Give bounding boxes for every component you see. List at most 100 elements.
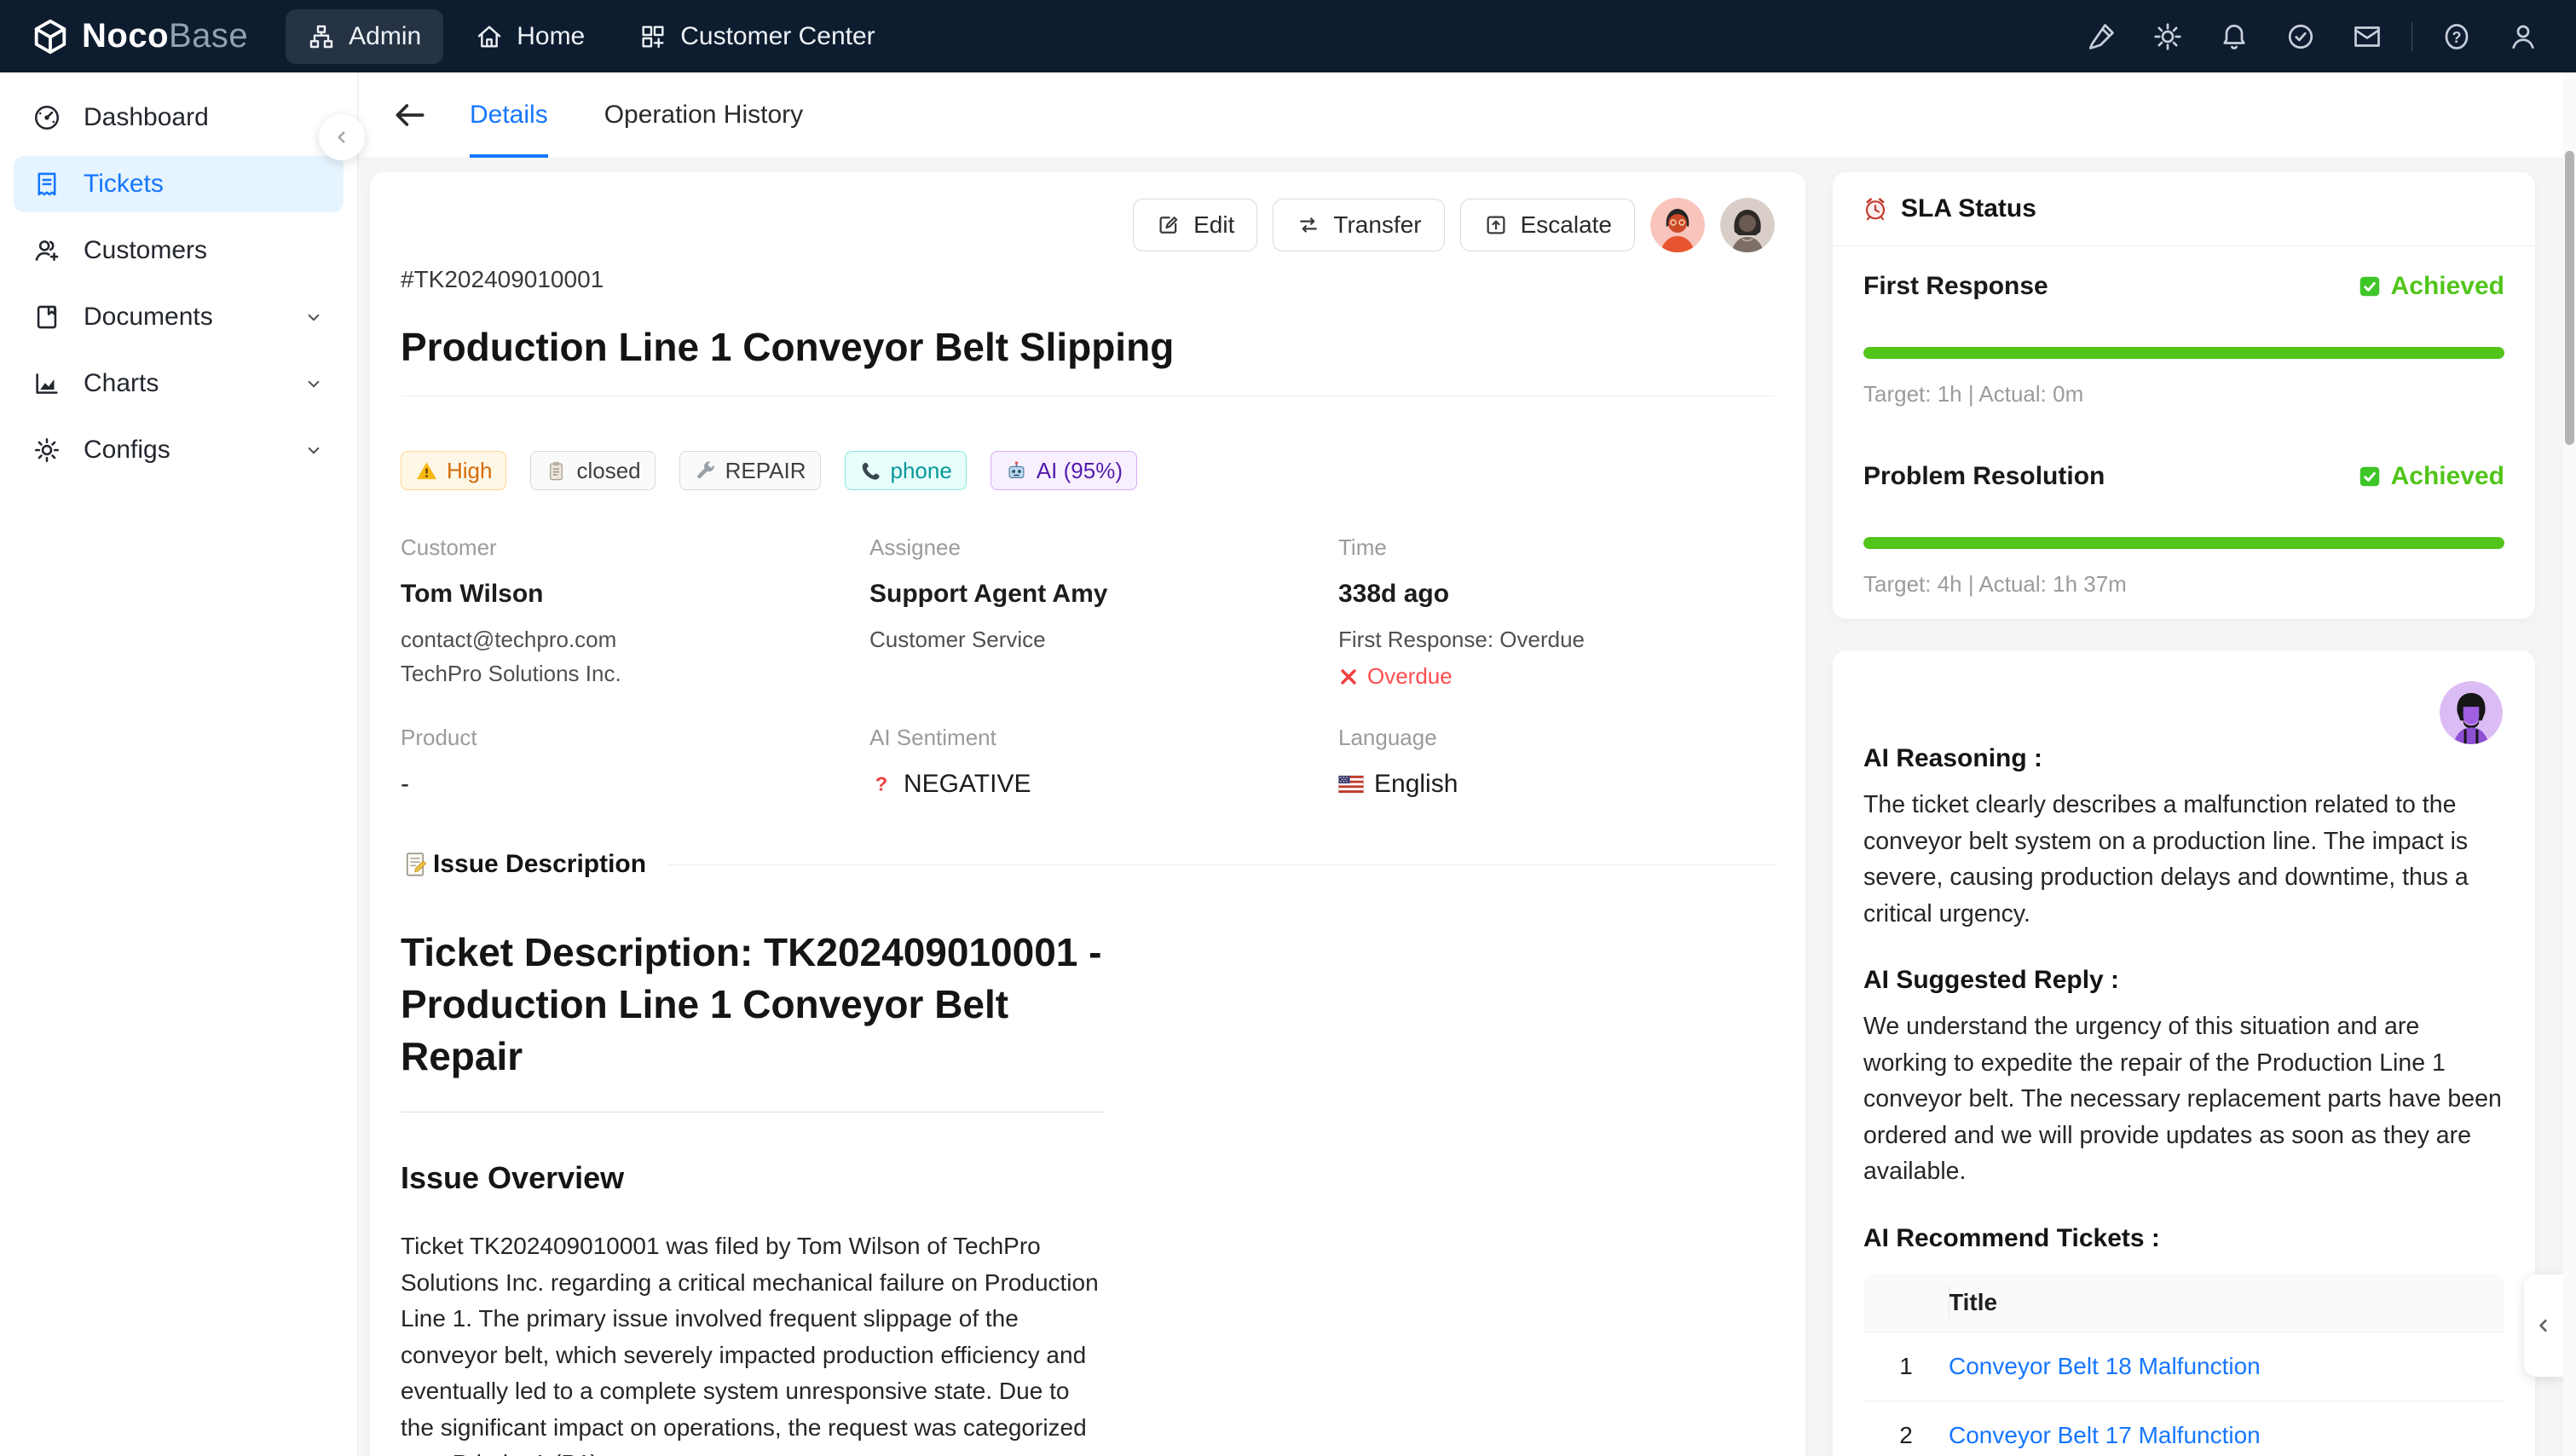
avatar-collaborator[interactable] [1720,198,1775,252]
field-ai-sentiment: AI Sentiment ? NEGATIVE [869,725,1338,799]
home-icon [476,23,503,50]
sla-status-label: Achieved [2391,272,2504,301]
highlighter-icon[interactable] [2079,14,2123,59]
sidebar-item-label: Charts [84,369,159,398]
field-assignee: Assignee Support Agent Amy Customer Serv… [869,534,1338,690]
ticket-detail-card: Edit Transfer Escalate #TK202409010 [370,172,1805,1456]
user-icon[interactable] [2501,14,2545,59]
sla-progress-first-response [1863,347,2504,359]
ai-agent-avatar [2440,681,2503,744]
sitemap-icon [308,23,335,50]
sidebar-item-customers[interactable]: Customers [14,222,344,279]
issue-description-header: Issue Description [401,850,1775,879]
app-screen: NocoBase Admin Home [0,0,2576,1456]
ticket-link[interactable]: Conveyor Belt 17 Malfunction [1949,1401,2504,1456]
tab-operation-history[interactable]: Operation History [604,72,803,158]
ticket-actions: Edit Transfer Escalate [401,172,1775,252]
nav-item-customer-center[interactable]: Customer Center [617,9,897,64]
issue-description-body: Ticket Description: TK202409010001 - Pro… [401,927,1105,1456]
mail-icon[interactable] [2345,14,2389,59]
logo-text-base: Base [169,17,248,55]
field-product: Product - [401,725,869,799]
sla-status-badge: Achieved [2357,462,2504,491]
field-label: Language [1338,725,1775,751]
ai-confidence-tag: AI (95%) [991,451,1137,490]
field-label: Assignee [869,534,1338,561]
sla-status-badge: Achieved [2357,272,2504,301]
help-icon[interactable]: ? [2434,14,2479,59]
sidebar-item-tickets[interactable]: Tickets [14,156,344,212]
field-label: Time [1338,534,1775,561]
sidebar-item-dashboard[interactable]: Dashboard [14,90,344,146]
nav-item-admin[interactable]: Admin [286,9,443,64]
sidebar-item-charts[interactable]: Charts [14,355,344,412]
nocobase-logo[interactable]: NocoBase [31,17,248,56]
edit-icon [1156,212,1181,238]
nav-label: Home [517,22,585,51]
ticket-title: Production Line 1 Conveyor Belt Slipping [401,324,1775,370]
button-label: Transfer [1333,211,1421,239]
customer-company: TechPro Solutions Inc. [401,656,869,690]
ai-recommend-tickets-label: AI Recommend Tickets : [1863,1224,2504,1253]
ai-reasoning-text: The ticket clearly describes a malfuncti… [1863,787,2504,932]
memo-icon [401,850,430,879]
first-response-status: First Response: Overdue [1338,622,1775,656]
section-title: Issue Description [433,850,646,879]
top-navigation: Admin Home Customer Center [286,9,898,64]
wrench-icon [694,459,717,482]
ai-suggested-reply-text: We understand the urgency of this situat… [1863,1008,2504,1190]
detail-tabbar: Details Operation History [359,72,2576,159]
green-check-icon [2357,464,2383,489]
sentiment-value: NEGATIVE [904,770,1031,799]
sla-status-label: Achieved [2391,462,2504,491]
panel-collapse-handle[interactable] [2524,1274,2563,1377]
grid-icon [639,23,667,50]
button-label: Escalate [1521,211,1612,239]
nav-item-home[interactable]: Home [453,9,607,64]
table-header: Title [1863,1274,2504,1332]
assignee-dept: Customer Service [869,622,1338,656]
phone-icon [859,459,882,482]
back-arrow-icon[interactable] [391,96,429,134]
chevron-down-icon [303,373,325,395]
edit-button[interactable]: Edit [1133,199,1257,251]
topbar-actions: ? [2079,14,2545,59]
sidebar-item-configs[interactable]: Configs [14,422,344,478]
sidebar-collapse-button[interactable] [319,114,365,160]
ticket-id: #TK202409010001 [401,266,1775,293]
us-flag-icon [1338,774,1364,794]
check-circle-icon[interactable] [2279,14,2323,59]
customer-email: contact@techpro.com [401,622,869,656]
sidebar-item-documents[interactable]: Documents [14,289,344,345]
ticket-link[interactable]: Conveyor Belt 18 Malfunction [1949,1332,2504,1401]
language-value-row: English [1338,770,1775,799]
ai-reasoning-label: AI Reasoning : [1863,650,2504,773]
bell-icon[interactable] [2212,14,2256,59]
config-icon [32,436,61,465]
chevron-down-icon [303,439,325,461]
description-heading: Ticket Description: TK202409010001 - Pro… [401,927,1105,1112]
sla-target-text: Target: 4h | Actual: 1h 37m [1863,571,2504,598]
field-time: Time 338d ago First Response: Overdue Ov… [1338,534,1775,690]
product-value: - [401,770,869,799]
avatar-assignee[interactable] [1650,198,1705,252]
table-header-index [1863,1274,1949,1332]
table-row: 1 Conveyor Belt 18 Malfunction [1863,1332,2504,1401]
escalate-button[interactable]: Escalate [1460,199,1635,251]
transfer-button[interactable]: Transfer [1273,199,1444,251]
sla-progress-problem-resolution [1863,537,2504,549]
transfer-icon [1296,212,1321,238]
sla-title: SLA Status [1901,194,2036,223]
scrollbar-thumb[interactable] [2565,151,2574,445]
field-label: Product [401,725,869,751]
svg-text:?: ? [2452,28,2462,45]
alarm-clock-icon [1862,195,1889,222]
field-label: AI Sentiment [869,725,1338,751]
sidebar-item-label: Tickets [84,170,164,199]
tag-label: closed [576,458,640,484]
sla-body: First Response Achieved Target: 1h | Act… [1833,246,2535,623]
tab-details[interactable]: Details [470,72,548,158]
gear-icon[interactable] [2146,14,2190,59]
row-index: 2 [1863,1401,1949,1456]
table-header-title: Title [1949,1274,2504,1332]
